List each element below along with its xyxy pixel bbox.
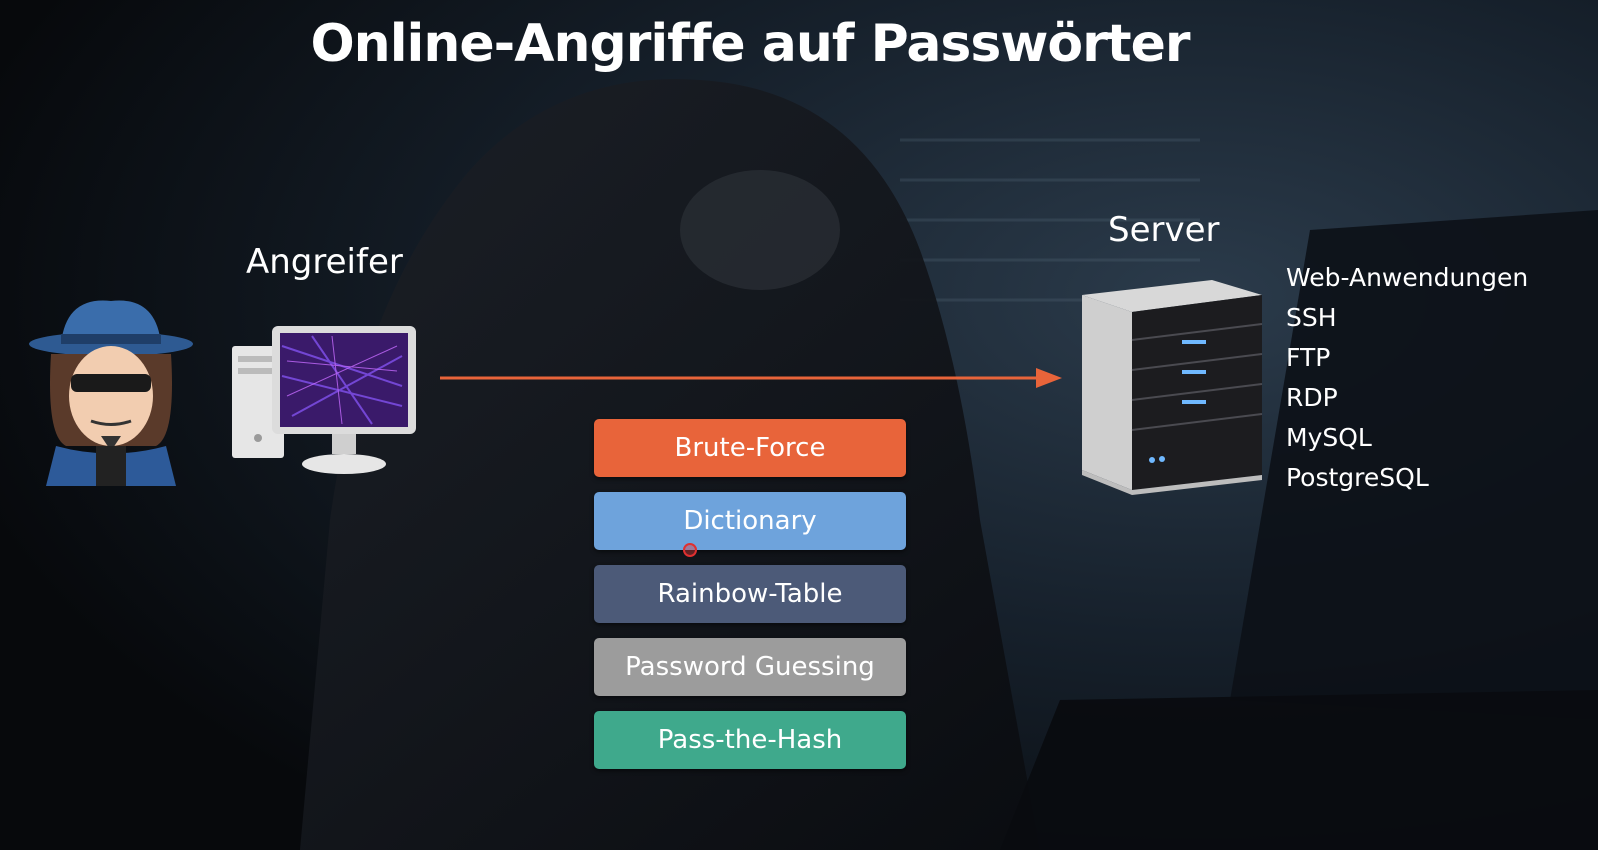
attack-methods-list: Brute-Force Dictionary Rainbow-Table Pas… [594, 419, 906, 784]
method-rainbow-table: Rainbow-Table [594, 565, 906, 623]
service-item: FTP [1286, 343, 1331, 372]
server-services-list: Web-Anwendungen SSH FTP RDP MySQL Postgr… [1286, 258, 1528, 498]
service-item: Web-Anwendungen [1286, 263, 1529, 292]
page-title: Online-Angriffe auf Passwörter [310, 14, 1190, 74]
attacker-label: Angreifer [246, 242, 403, 282]
method-pass-the-hash: Pass-the-Hash [594, 711, 906, 769]
service-item: PostgreSQL [1286, 463, 1429, 492]
method-dictionary: Dictionary [594, 492, 906, 550]
hacker-avatar-icon [29, 300, 193, 486]
method-brute-force: Brute-Force [594, 419, 906, 477]
method-password-guessing: Password Guessing [594, 638, 906, 696]
server-icon [1082, 280, 1262, 495]
mouse-cursor-indicator [683, 543, 697, 557]
server-label: Server [1108, 210, 1220, 250]
computer-icon [232, 326, 416, 474]
service-item: SSH [1286, 303, 1337, 332]
arrow-right-icon [440, 368, 1062, 388]
service-item: RDP [1286, 383, 1338, 412]
service-item: MySQL [1286, 423, 1372, 452]
